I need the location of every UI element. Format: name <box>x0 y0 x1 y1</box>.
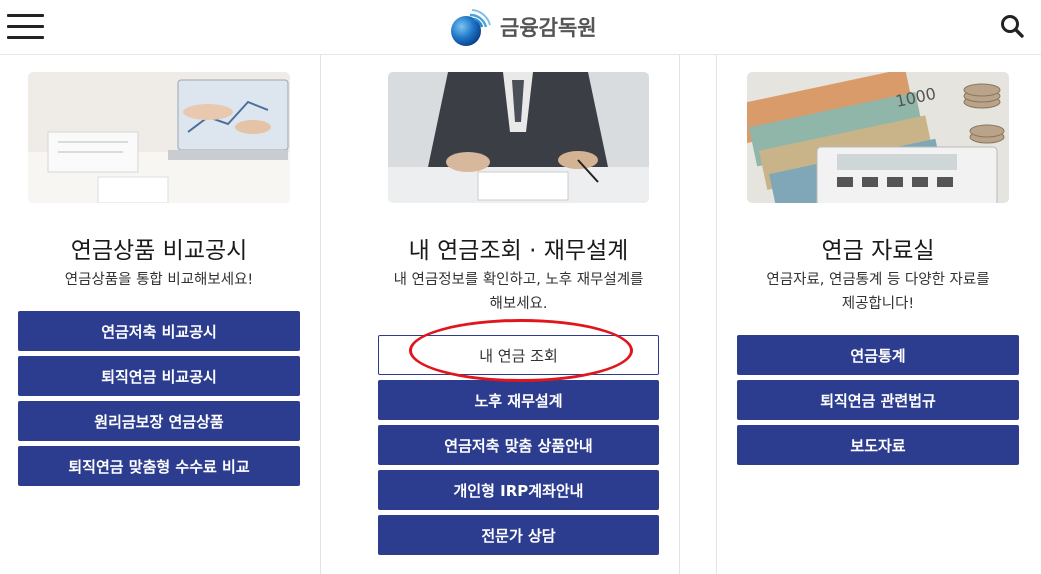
money-calculator-image: 1000 <box>747 72 1009 203</box>
column-description: 연금상품을 통합 비교해보세요! <box>64 272 254 288</box>
pension-savings-recommend-button[interactable]: 연금저축 맞춤 상품안내 <box>378 425 659 465</box>
pension-statistics-button[interactable]: 연금통계 <box>737 335 1019 375</box>
column-divider <box>716 55 717 574</box>
pension-savings-compare-button[interactable]: 연금저축 비교공시 <box>18 311 300 351</box>
my-pension-lookup-button[interactable]: 내 연금 조회 <box>378 335 659 375</box>
search-icon[interactable] <box>998 12 1028 42</box>
column-title: 연금상품 비교공시 <box>70 238 248 264</box>
retirement-pension-laws-button[interactable]: 퇴직연금 관련법규 <box>737 380 1019 420</box>
retirement-fee-compare-button[interactable]: 퇴직연금 맞춤형 수수료 비교 <box>18 446 300 486</box>
hamburger-menu-icon[interactable] <box>7 14 44 40</box>
column-title: 연금 자료실 <box>821 238 935 264</box>
site-header: 금융감독원 <box>0 0 1041 55</box>
fss-logo-icon <box>451 9 491 46</box>
expert-consultation-button[interactable]: 전문가 상담 <box>378 515 659 555</box>
column-divider <box>320 55 321 574</box>
irp-account-guide-button[interactable]: 개인형 IRP계좌안내 <box>378 470 659 510</box>
column-description-line: 연금자료, 연금통계 등 다양한 자료를 <box>766 272 990 288</box>
column-description: 연금자료, 연금통계 등 다양한 자료를 제공합니다! <box>737 268 1019 316</box>
business-signing-image <box>388 72 649 203</box>
column-description: 내 연금정보를 확인하고, 노후 재무설계를 해보세요. <box>378 268 659 316</box>
principal-guaranteed-products-button[interactable]: 원리금보장 연금상품 <box>18 401 300 441</box>
column-description-line: 내 연금정보를 확인하고, 노후 재무설계를 <box>393 272 644 288</box>
logo-text: 금융감독원 <box>500 16 597 40</box>
column-description-line: 제공합니다! <box>841 296 915 312</box>
fss-logo[interactable]: 금융감독원 <box>448 6 597 48</box>
retirement-financial-plan-button[interactable]: 노후 재무설계 <box>378 380 659 420</box>
column-description-line: 해보세요. <box>489 296 548 312</box>
press-release-button[interactable]: 보도자료 <box>737 425 1019 465</box>
column-divider <box>679 55 680 574</box>
laptop-meeting-image <box>28 72 290 203</box>
column-title: 내 연금조회 · 재무설계 <box>408 238 629 264</box>
retirement-pension-compare-button[interactable]: 퇴직연금 비교공시 <box>18 356 300 396</box>
